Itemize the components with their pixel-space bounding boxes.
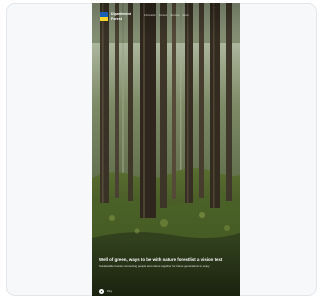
nav-menu: Information Content Services About — [144, 14, 189, 17]
flag-icon — [100, 12, 108, 21]
nav-link-services[interactable]: Services — [170, 14, 179, 17]
mobile-page-preview[interactable]: Dipartiment Forest Information Content S… — [92, 3, 240, 296]
logo-line-2: Forest — [111, 16, 122, 21]
play-label: Play — [107, 290, 113, 293]
play-button[interactable]: Play — [99, 289, 112, 294]
site-header: Dipartiment Forest Information Content S… — [92, 3, 240, 27]
nav-link-information[interactable]: Information — [144, 14, 156, 17]
play-icon — [99, 289, 104, 294]
hero-content: Well of green, ways to be with nature fo… — [99, 257, 233, 269]
forest-background-image — [92, 3, 240, 296]
nav-link-content[interactable]: Content — [159, 14, 167, 17]
site-logo[interactable]: Dipartiment Forest — [100, 11, 131, 22]
hero-title: Well of green, ways to be with nature fo… — [99, 257, 223, 262]
hero-subtitle: Sustainable forests connecting people an… — [99, 264, 210, 269]
nav-link-about[interactable]: About — [183, 14, 189, 17]
